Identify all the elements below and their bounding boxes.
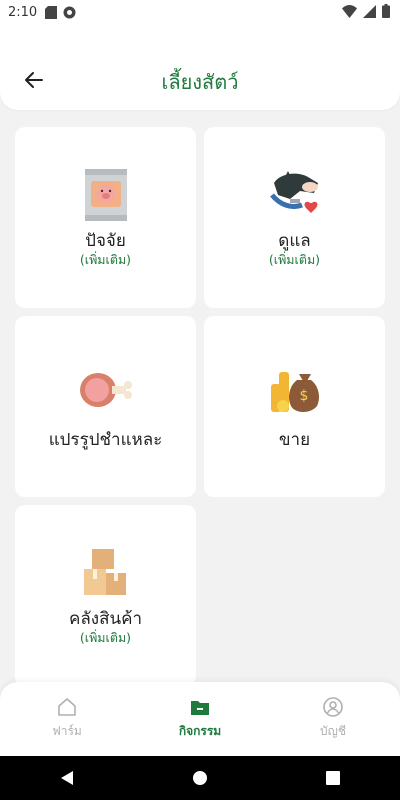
app-header: เลี้ยงสัตว์ [0,24,400,110]
nav-label-farm: ฟาร์ม [52,724,82,738]
bottom-navigation: ฟาร์ม กิจกรรม บัญชี [0,682,400,756]
folder-icon [191,701,209,715]
card-more-label: (เพิ่มเติม) [79,252,132,267]
home-icon [58,698,76,716]
sd-card-icon [45,5,58,19]
system-recents-button[interactable] [313,763,353,793]
svg-text:$: $ [299,388,308,404]
feed-bag-icon [84,169,127,221]
at-sign-icon [63,6,76,18]
nav-label-activity: กิจกรรม [178,724,222,738]
notification-icons [45,5,76,19]
nav-item-farm[interactable]: ฟาร์ม [12,696,122,752]
system-home-button[interactable] [180,763,220,793]
card-label: แปรรูปชำแหละ [48,430,163,450]
card-more-label: (เพิ่มเติม) [268,252,321,267]
card-inputs[interactable]: ปัจจัย (เพิ่มเติม) [15,127,196,308]
system-back-button[interactable] [47,763,87,793]
status-time: 2:10 [8,4,38,20]
card-label: ขาย [278,430,311,450]
card-care[interactable]: ดูแล (เพิ่มเติม) [204,127,385,308]
warehouse-boxes-icon [83,549,126,595]
system-navigation-bar [0,756,400,800]
user-icon [323,697,343,717]
square-recents-icon [326,771,341,785]
battery-icon [382,4,390,18]
wifi-icon [342,4,357,18]
circle-home-icon [192,771,207,785]
card-sell[interactable]: $ ขาย [204,316,385,497]
nav-item-account[interactable]: บัญชี [278,696,388,752]
triangle-back-icon [60,771,73,785]
nav-item-activity[interactable]: กิจกรรม [145,696,255,752]
card-processing[interactable]: แปรรูปชำแหละ [15,316,196,497]
signal-icon [363,4,376,18]
system-status-icons [342,4,390,18]
money-bag-icon: $ [270,372,319,412]
nav-label-account: บัญชี [320,724,346,738]
page-title: เลี้ยงสัตว์ [161,70,239,94]
card-more-label: (เพิ่มเติม) [79,630,132,645]
meat-leg-icon [79,373,132,407]
animal-care-icon [269,171,318,213]
status-bar: 2:10 [0,0,400,24]
card-warehouse[interactable]: คลังสินค้า (เพิ่มเติม) [15,505,196,686]
